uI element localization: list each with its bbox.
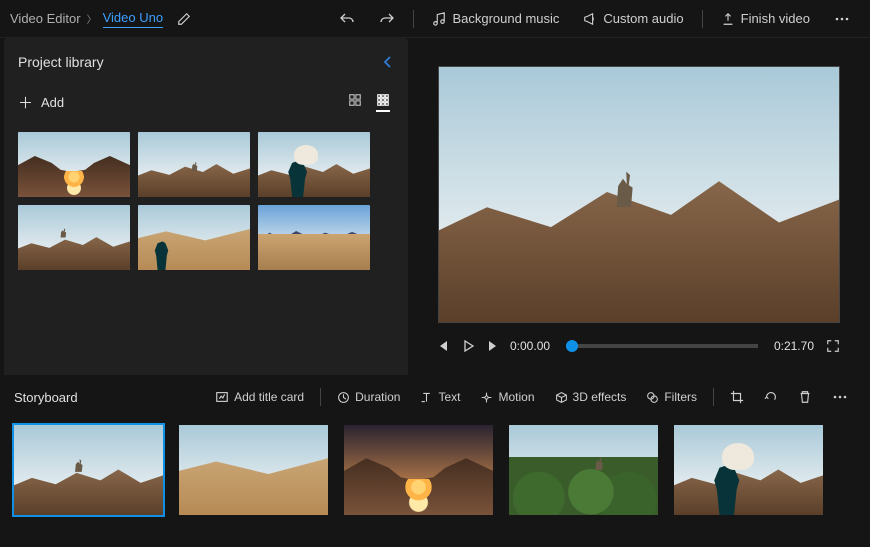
preview-panel: 0:00.00 0:21.70: [408, 38, 870, 375]
motion-button[interactable]: Motion: [472, 386, 542, 408]
add-media-button[interactable]: ＋ Add: [18, 92, 64, 113]
project-library-panel: Project library ＋ Add: [4, 38, 408, 375]
fullscreen-button[interactable]: [826, 339, 840, 353]
separator: [713, 388, 714, 406]
storyboard-title: Storyboard: [14, 390, 78, 405]
trash-icon: [798, 390, 812, 404]
next-frame-button[interactable]: [486, 340, 498, 352]
library-thumb[interactable]: [258, 132, 370, 197]
library-thumbnails: [18, 132, 398, 270]
crop-icon: [730, 390, 744, 404]
breadcrumb-root[interactable]: Video Editor: [10, 11, 81, 26]
duration-button[interactable]: Duration: [329, 386, 408, 408]
view-small-button[interactable]: [376, 93, 390, 112]
music-icon: [432, 12, 446, 26]
project-library-title: Project library: [18, 54, 104, 70]
previous-frame-button[interactable]: [438, 340, 450, 352]
top-bar: Video Editor 〉 Video Uno Background musi…: [0, 0, 870, 38]
text-label: Text: [438, 390, 460, 404]
collapse-library-button[interactable]: [382, 56, 394, 68]
storyboard-clip[interactable]: [509, 425, 658, 515]
title-card-icon: [215, 390, 229, 404]
storyboard-clip[interactable]: [14, 425, 163, 515]
timeline-scrubber[interactable]: [566, 344, 758, 348]
transport-controls: 0:00.00 0:21.70: [438, 339, 840, 353]
library-thumb[interactable]: [258, 205, 370, 270]
breadcrumb: Video Editor 〉 Video Uno: [10, 10, 191, 28]
separator: [413, 10, 414, 28]
step-forward-icon: [486, 340, 498, 352]
megaphone-icon: [583, 12, 597, 26]
breadcrumb-project[interactable]: Video Uno: [103, 10, 163, 28]
filters-label: Filters: [664, 390, 697, 404]
scrubber-knob[interactable]: [566, 340, 578, 352]
motion-icon: [480, 391, 493, 404]
storyboard-clip[interactable]: [344, 425, 493, 515]
motion-label: Motion: [498, 390, 534, 404]
more-icon: [834, 11, 850, 27]
filters-icon: [646, 391, 659, 404]
edit-name-icon[interactable]: [177, 12, 191, 26]
storyboard-strip: [0, 415, 870, 515]
add-title-card-label: Add title card: [234, 390, 304, 404]
undo-button[interactable]: [329, 7, 365, 31]
export-icon: [721, 12, 735, 26]
clock-icon: [337, 391, 350, 404]
background-music-button[interactable]: Background music: [422, 7, 569, 30]
plus-icon: ＋: [18, 92, 33, 113]
finish-video-label: Finish video: [741, 11, 810, 26]
duration-label: Duration: [355, 390, 400, 404]
custom-audio-label: Custom audio: [603, 11, 683, 26]
more-icon: [832, 389, 848, 405]
preview-video[interactable]: [438, 66, 840, 323]
filters-button[interactable]: Filters: [638, 386, 705, 408]
finish-video-button[interactable]: Finish video: [711, 7, 820, 30]
3d-effects-label: 3D effects: [573, 390, 627, 404]
chevron-left-icon: [382, 56, 394, 68]
more-button[interactable]: [824, 7, 860, 31]
top-actions: Background music Custom audio Finish vid…: [329, 7, 860, 31]
time-total: 0:21.70: [774, 339, 814, 353]
storyboard-clip[interactable]: [179, 425, 328, 515]
main-area: Project library ＋ Add: [0, 38, 870, 375]
text-icon: [420, 391, 433, 404]
add-label: Add: [41, 95, 64, 110]
text-button[interactable]: Text: [412, 386, 468, 408]
redo-button[interactable]: [369, 7, 405, 31]
separator: [702, 10, 703, 28]
rotate-button[interactable]: [756, 386, 786, 408]
library-thumb[interactable]: [138, 132, 250, 197]
chevron-right-icon: 〉: [87, 11, 97, 26]
time-current: 0:00.00: [510, 339, 550, 353]
grid-large-icon: [348, 93, 362, 107]
fullscreen-icon: [826, 339, 840, 353]
crop-button[interactable]: [722, 386, 752, 408]
storyboard-bar: Storyboard Add title card Duration Text …: [0, 379, 870, 415]
delete-button[interactable]: [790, 386, 820, 408]
separator: [320, 388, 321, 406]
storyboard-clip[interactable]: [674, 425, 823, 515]
library-thumb[interactable]: [138, 205, 250, 270]
background-music-label: Background music: [452, 11, 559, 26]
add-title-card-button[interactable]: Add title card: [207, 386, 312, 408]
3d-effects-button[interactable]: 3D effects: [547, 386, 635, 408]
grid-small-icon: [376, 93, 390, 107]
storyboard-more-button[interactable]: [824, 385, 856, 409]
rotate-icon: [764, 390, 778, 404]
play-icon: [462, 340, 474, 352]
play-button[interactable]: [462, 340, 474, 352]
view-large-button[interactable]: [348, 93, 362, 112]
library-thumb[interactable]: [18, 132, 130, 197]
library-thumb[interactable]: [18, 205, 130, 270]
custom-audio-button[interactable]: Custom audio: [573, 7, 693, 30]
cube-icon: [555, 391, 568, 404]
step-back-icon: [438, 340, 450, 352]
